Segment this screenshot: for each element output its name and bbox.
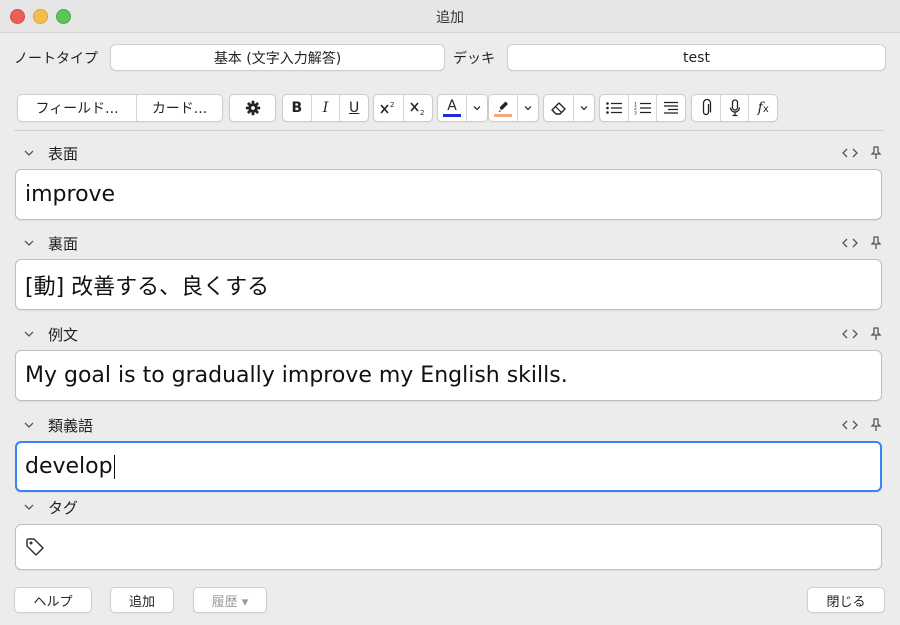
close-button[interactable]: 閉じる <box>807 587 885 613</box>
tags-input[interactable] <box>15 524 882 570</box>
chevron-down-icon <box>24 504 34 510</box>
field-header-example[interactable]: 例文 <box>22 324 78 344</box>
formula-icon: fx <box>757 100 769 116</box>
text-color-group: A <box>437 94 488 122</box>
html-editor-icon[interactable] <box>842 328 858 340</box>
add-button[interactable]: 追加 <box>110 587 174 613</box>
chevron-down-icon <box>24 422 34 428</box>
chevron-down-icon <box>24 331 34 337</box>
chevron-down-icon <box>473 106 481 111</box>
deck-selector[interactable]: test <box>507 44 886 71</box>
history-button[interactable]: 履歴 ▾ <box>193 587 267 613</box>
fields-cards-group: フィールド... カード... <box>17 94 223 122</box>
pin-icon[interactable] <box>870 236 882 250</box>
eraser-dropdown[interactable] <box>574 95 594 121</box>
field-input-example[interactable]: My goal is to gradually improve my Engli… <box>15 350 882 401</box>
align-icon <box>664 101 679 114</box>
field-header-front[interactable]: 表面 <box>22 143 78 163</box>
italic-button[interactable]: I <box>312 95 341 121</box>
deck-label: デッキ <box>453 51 495 67</box>
superscript-button[interactable]: 2 <box>374 95 404 121</box>
microphone-icon <box>729 99 740 117</box>
notetype-label: ノートタイプ <box>14 51 98 67</box>
text-style-group: B I U <box>282 94 369 122</box>
help-button[interactable]: ヘルプ <box>14 587 92 613</box>
text-color-dropdown[interactable] <box>467 95 487 121</box>
svg-text:2: 2 <box>390 101 394 109</box>
list-group: 1 2 3 <box>599 94 686 122</box>
field-value-synonyms: develop <box>25 454 113 479</box>
alignment-button[interactable] <box>657 95 685 121</box>
html-editor-icon[interactable] <box>842 419 858 431</box>
field-actions-back <box>842 233 882 253</box>
bulleted-list-button[interactable] <box>600 95 629 121</box>
toolbar-divider <box>14 130 884 131</box>
pin-icon[interactable] <box>870 418 882 432</box>
eraser-group <box>543 94 595 122</box>
clear-formatting-button[interactable] <box>544 95 574 121</box>
field-input-synonyms[interactable]: develop <box>15 441 882 492</box>
add-note-window: 追加 ノートタイプ 基本 (文字入力解答) デッキ test フィールド... … <box>0 0 900 625</box>
chevron-down-icon <box>24 150 34 156</box>
media-group: fx <box>691 94 778 122</box>
bold-button[interactable]: B <box>283 95 312 121</box>
svg-text:2: 2 <box>420 109 424 116</box>
highlight-dropdown[interactable] <box>518 95 538 121</box>
numbered-list-icon: 1 2 3 <box>634 102 651 116</box>
text-color-icon: A <box>447 98 457 114</box>
field-input-front[interactable]: improve <box>15 169 882 220</box>
underline-button[interactable]: U <box>340 95 368 121</box>
field-header-back[interactable]: 裏面 <box>22 233 78 253</box>
field-input-back[interactable]: [動] 改善する、良くする <box>15 259 882 310</box>
tags-label: タグ <box>48 498 79 517</box>
chevron-down-icon <box>24 240 34 246</box>
field-label-synonyms: 類義語 <box>48 416 94 435</box>
title-bar: 追加 <box>0 0 900 33</box>
highlight-button[interactable] <box>489 95 518 121</box>
chevron-down-icon <box>580 106 588 111</box>
window-title: 追加 <box>436 10 464 26</box>
text-color-button[interactable]: A <box>438 95 467 121</box>
field-header-synonyms[interactable]: 類義語 <box>22 415 93 435</box>
gear-icon <box>245 100 260 116</box>
pin-icon[interactable] <box>870 327 882 341</box>
html-editor-icon[interactable] <box>842 147 858 159</box>
field-actions-example <box>842 324 882 344</box>
settings-button[interactable] <box>230 95 275 121</box>
html-editor-icon[interactable] <box>842 237 858 249</box>
highlight-icon <box>498 101 508 111</box>
subscript-button[interactable]: 2 <box>404 95 433 121</box>
svg-text:3: 3 <box>634 111 637 116</box>
field-label-example: 例文 <box>48 325 79 344</box>
notetype-selector[interactable]: 基本 (文字入力解答) <box>110 44 445 71</box>
record-audio-button[interactable] <box>721 95 750 121</box>
field-label-back: 裏面 <box>48 234 79 253</box>
chevron-down-icon <box>524 106 532 111</box>
tags-header[interactable]: タグ <box>22 497 78 517</box>
field-actions-front <box>842 143 882 163</box>
text-caret <box>113 454 116 479</box>
attach-button[interactable] <box>692 95 721 121</box>
tag-icon <box>26 538 44 556</box>
eraser-icon <box>550 102 566 115</box>
subscript-icon: 2 <box>410 102 424 116</box>
field-actions-synonyms <box>842 415 882 435</box>
superscript-icon: 2 <box>380 101 395 114</box>
bulleted-list-icon <box>606 102 622 114</box>
numbered-list-button[interactable]: 1 2 3 <box>629 95 658 121</box>
highlight-group <box>488 94 539 122</box>
fields-button[interactable]: フィールド... <box>18 95 137 121</box>
script-group: 2 2 <box>373 94 433 122</box>
paperclip-icon <box>702 99 711 116</box>
pin-icon[interactable] <box>870 146 882 160</box>
options-group <box>229 94 276 122</box>
field-label-front: 表面 <box>48 144 79 163</box>
cards-button[interactable]: カード... <box>137 95 222 121</box>
formula-button[interactable]: fx <box>749 95 777 121</box>
text-color-swatch <box>443 114 461 117</box>
highlight-swatch <box>494 113 512 117</box>
